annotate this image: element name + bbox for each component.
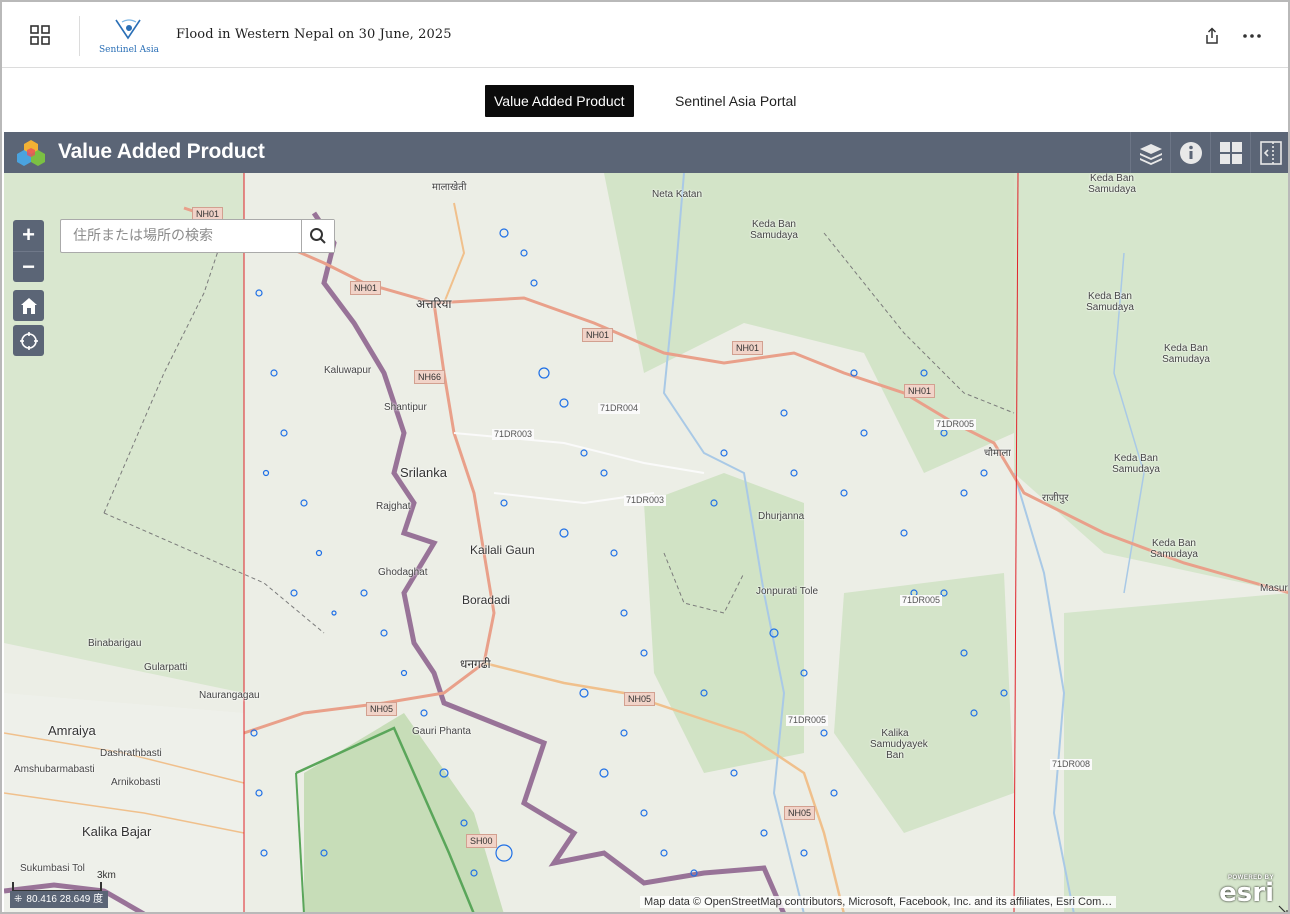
place-label: अत्तरिया — [416, 297, 452, 311]
search-icon[interactable] — [301, 220, 334, 252]
esri-wordmark: esri — [1219, 878, 1274, 908]
basemap — [4, 173, 1288, 912]
map-attribution: Map data © OpenStreetMap contributors, M… — [640, 896, 1117, 908]
app-cubes-icon — [16, 137, 46, 167]
place-label: Kailali Gaun — [470, 543, 535, 557]
zoom-out-button[interactable]: − — [13, 251, 44, 282]
more-dots-icon[interactable] — [1240, 26, 1264, 46]
place-label: Dhurjanna — [758, 511, 805, 522]
place-label: Neta Katan — [652, 189, 703, 200]
coordinate-value: 80.416 28.649 度 — [26, 894, 104, 905]
map-header-bar: Value Added Product — [4, 132, 1288, 173]
map-app-title: Value Added Product — [58, 140, 265, 163]
svg-text:Sentinel Asia: Sentinel Asia — [99, 45, 160, 55]
page-title: Flood in Western Nepal on 30 June, 2025 — [176, 27, 452, 42]
tab-bar: Value Added Product Sentinel Asia Portal — [2, 68, 1288, 132]
road-shield: NH05 — [784, 806, 816, 820]
road-shield: NH05 — [366, 702, 398, 716]
place-label: Boradadi — [462, 593, 511, 607]
locate-icon[interactable] — [13, 325, 44, 356]
place-label: Binabarigau — [88, 638, 142, 649]
road-shield: NH05 — [624, 692, 656, 706]
road-shield: NH01 — [350, 281, 382, 295]
split-panel-icon[interactable] — [1250, 132, 1288, 173]
map-app: Value Added Product मालाखेती Neta Katan … — [4, 132, 1288, 912]
search-widget — [60, 219, 335, 253]
place-label: Keda Ban Samudaya — [750, 219, 798, 241]
road-code: 71DR004 — [598, 403, 641, 414]
place-label: Keda Ban Samudaya — [1086, 291, 1134, 313]
place-label: Srilanka — [400, 465, 447, 480]
road-code: 71DR005 — [786, 715, 829, 726]
scale-label: 3km — [97, 870, 116, 881]
road-code: 71DR003 — [492, 429, 535, 440]
place-label: चौमाला — [984, 448, 1011, 459]
road-shield: NH01 — [582, 328, 614, 342]
map-view[interactable]: मालाखेती Neta Katan Keda Ban Samudaya Ke… — [4, 173, 1288, 912]
place-label: Masur — [1260, 583, 1288, 594]
place-label: Arnikobasti — [111, 777, 161, 788]
info-icon[interactable] — [1170, 132, 1210, 173]
place-label: Kalika Bajar — [82, 824, 152, 839]
place-label: धनगढी — [460, 657, 491, 671]
app-frame: Sentinel Asia Flood in Western Nepal on … — [0, 0, 1290, 914]
road-shield: NH66 — [414, 370, 446, 384]
road-shield: SH00 — [466, 834, 497, 848]
place-label: Gauri Phanta — [412, 726, 471, 737]
app-header: Sentinel Asia Flood in Western Nepal on … — [2, 2, 1288, 68]
place-label: Keda Ban Samudaya — [1088, 173, 1136, 195]
place-label: Dashrathbasti — [100, 748, 162, 759]
road-shield: NH01 — [732, 341, 764, 355]
home-icon[interactable] — [13, 290, 44, 321]
place-label: Naurangagau — [199, 690, 260, 701]
place-label: Keda Ban Samudaya — [1162, 343, 1210, 365]
place-label: Sukumbasi Tol — [20, 863, 85, 874]
place-label: Gularpatti — [144, 662, 188, 673]
crosshair-icon: ⁜ — [14, 894, 23, 905]
tab-value-added-product[interactable]: Value Added Product — [485, 85, 634, 117]
place-label: Keda Ban Samudaya — [1112, 453, 1160, 475]
tab-sentinel-asia-portal[interactable]: Sentinel Asia Portal — [666, 85, 805, 117]
place-label: Ghodaghat — [378, 567, 428, 578]
place-label: Rajghat — [376, 501, 411, 512]
resize-handle-icon[interactable] — [1278, 902, 1288, 912]
place-label: Keda Ban Samudaya — [1150, 538, 1198, 560]
place-label: Shantipur — [384, 402, 427, 413]
place-label: मालाखेती — [432, 182, 467, 193]
place-label: Amraiya — [48, 723, 96, 738]
basemap-gallery-icon[interactable] — [1210, 132, 1250, 173]
layers-icon[interactable] — [1130, 132, 1170, 173]
road-code: 71DR003 — [624, 495, 667, 506]
place-label: Amshubarmabasti — [14, 764, 95, 775]
place-label: राजीपुर — [1042, 493, 1069, 504]
sentinel-asia-logo: Sentinel Asia — [98, 16, 160, 56]
road-code: 71DR005 — [900, 595, 943, 606]
coordinate-readout[interactable]: ⁜ 80.416 28.649 度 — [10, 891, 109, 908]
place-label: Jonpurati Tole — [756, 586, 819, 597]
zoom-in-button[interactable]: + — [13, 220, 44, 251]
road-code: 71DR005 — [934, 419, 977, 430]
zoom-controls: + − — [13, 220, 44, 282]
road-code: 71DR008 — [1050, 759, 1093, 770]
place-label: Kaluwapur — [324, 365, 372, 376]
place-label: Kalika Samudyayek Ban — [870, 728, 928, 761]
search-input[interactable] — [61, 220, 301, 252]
road-shield: NH01 — [904, 384, 936, 398]
apps-grid-icon[interactable] — [28, 23, 52, 47]
esri-logo[interactable]: POWERED BY esri — [1219, 875, 1274, 906]
header-divider — [79, 16, 80, 56]
share-icon[interactable] — [1202, 26, 1222, 46]
